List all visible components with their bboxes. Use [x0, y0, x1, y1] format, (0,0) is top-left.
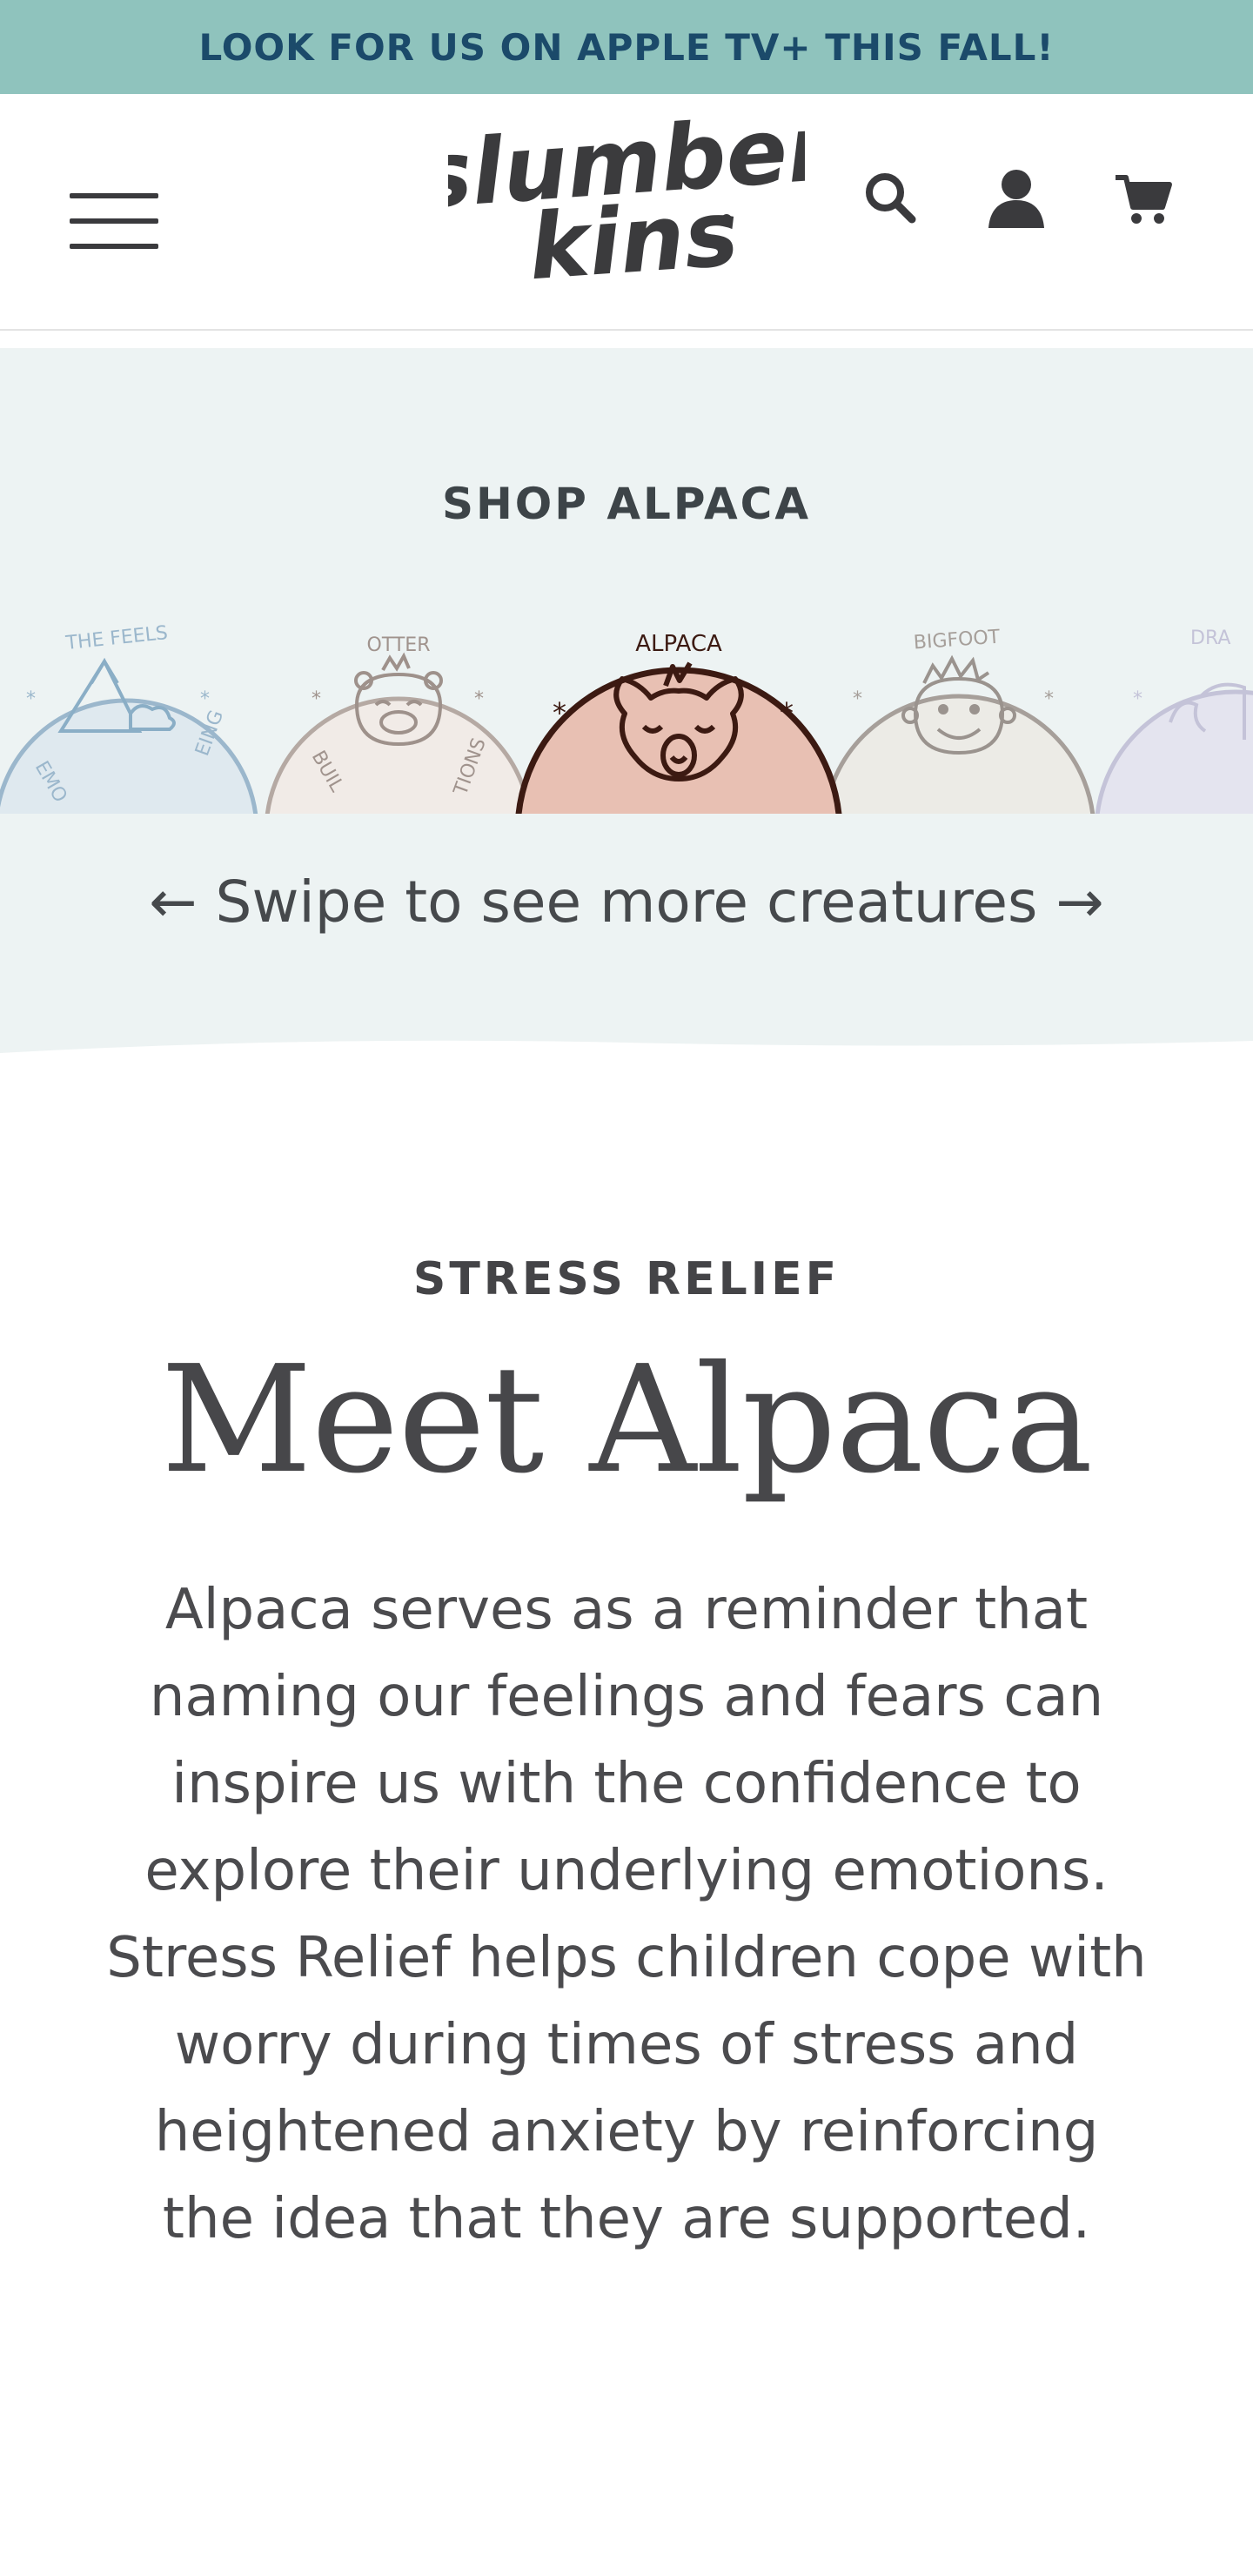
- shop-creature-section: SHOP ALPACA THE FEELS EMO EING * * OTTER…: [0, 348, 1253, 1053]
- svg-text:*: *: [553, 696, 566, 729]
- svg-text:*: *: [853, 688, 862, 710]
- creature-item-the-feels[interactable]: THE FEELS EMO EING * *: [0, 622, 258, 814]
- creature-item-otter[interactable]: OTTER BUIL TIONS * *: [265, 634, 533, 814]
- svg-text:*: *: [26, 688, 36, 710]
- logo-line2: kins: [526, 180, 742, 291]
- hamburger-menu-icon[interactable]: [70, 190, 162, 251]
- creature-item-bigfoot[interactable]: BIGFOOT * *: [822, 627, 1096, 814]
- creature-carousel[interactable]: THE FEELS EMO EING * * OTTER BUIL TIONS: [0, 583, 1253, 814]
- svg-text:*: *: [1044, 688, 1054, 710]
- creature-label: BIGFOOT: [913, 627, 1001, 654]
- creature-label: OTTER: [367, 634, 431, 656]
- svg-text:*: *: [474, 688, 484, 710]
- shop-title: SHOP ALPACA: [441, 479, 812, 529]
- creature-label: DRA: [1190, 627, 1230, 649]
- account-icon[interactable]: [983, 165, 1049, 231]
- swipe-hint: ← Swipe to see more creatures →: [149, 869, 1104, 936]
- announcement-text[interactable]: LOOK FOR US ON APPLE TV+ THIS FALL!: [198, 26, 1054, 69]
- cart-icon[interactable]: [1114, 172, 1173, 226]
- product-eyebrow: STRESS RELIEF: [412, 1253, 841, 1305]
- creature-item-dragon[interactable]: DRA *: [1095, 627, 1253, 814]
- product-headline: Meet Alpaca: [160, 1334, 1094, 1506]
- svg-text:*: *: [1133, 688, 1142, 710]
- svg-text:*: *: [312, 688, 321, 710]
- announcement-bar[interactable]: LOOK FOR US ON APPLE TV+ THIS FALL!: [0, 0, 1253, 94]
- product-description: Alpaca serves as a reminder that naming …: [106, 1578, 1147, 2251]
- search-icon[interactable]: [861, 169, 922, 230]
- creature-label: THE FEELS: [64, 622, 170, 654]
- creature-item-alpaca[interactable]: ALPACA * *: [515, 631, 842, 814]
- header-divider: [0, 331, 1253, 348]
- creature-label: ALPACA: [635, 631, 722, 657]
- svg-text:*: *: [200, 688, 210, 710]
- svg-text:*: *: [780, 696, 794, 729]
- site-header: slumber kins: [0, 94, 1253, 331]
- section-wave-divider: [0, 1040, 1253, 1053]
- slumberkins-logo[interactable]: slumber kins: [448, 117, 805, 291]
